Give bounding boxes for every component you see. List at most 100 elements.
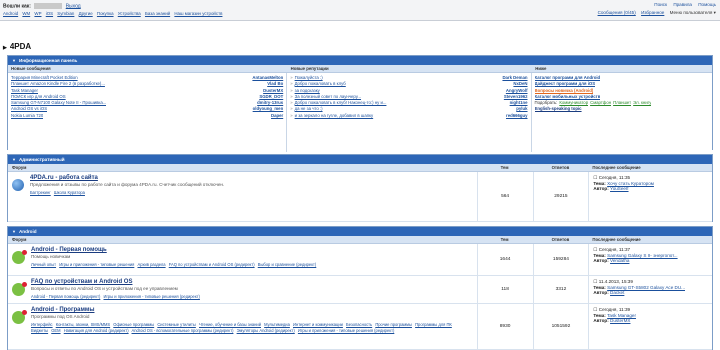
rules-link[interactable]: Правила (673, 2, 692, 7)
collapse-icon[interactable]: ▼ (12, 58, 16, 63)
forum-title[interactable]: FAQ по устройствам и Android OS (31, 279, 202, 285)
subforum-link[interactable]: Безопасность (346, 322, 372, 327)
subforums: Интерфейс Контакты, звонки, SMS/MMS Офис… (31, 322, 473, 334)
subforum-link[interactable]: Системные утилиты (157, 322, 196, 327)
bullet-icon: » (290, 81, 293, 87)
subforum-link[interactable]: Программы для ПК (415, 322, 452, 327)
subforum-link[interactable]: Личный опыт (31, 262, 56, 267)
search-link[interactable]: Поиск (654, 2, 667, 7)
subforum-link[interactable]: Игры и приложения - типовые решения (59, 262, 134, 267)
subforum-link[interactable]: Багтрекинг (30, 190, 51, 195)
forum-title[interactable]: Android - Первая помощь (31, 247, 318, 253)
subforum-link[interactable]: Выбор и сравнение (редирект) (258, 262, 317, 267)
nav-knowledge[interactable]: База знаний (145, 11, 170, 16)
last-post-author[interactable]: YouSeeIf (610, 186, 628, 191)
bullet-icon: » (290, 112, 293, 118)
android-column-headers: Форум Тем Ответов Последнее сообщение (8, 236, 712, 244)
subforum-link[interactable]: Интернет и коммуникации (293, 322, 343, 327)
collapse-icon[interactable]: ▼ (12, 229, 16, 234)
topics-count: 564 (476, 172, 533, 221)
subforum-link[interactable]: Контакты, звонки, SMS/MMS (56, 322, 110, 327)
replies-count: 3312 (532, 276, 589, 303)
collapse-icon[interactable]: ▼ (12, 157, 16, 162)
replies-count: 29215 (532, 172, 589, 221)
subforums: Android - Первая помощь (редирект) Игры … (31, 294, 202, 300)
pick-tablet[interactable]: Планшет (613, 100, 631, 106)
subforum-link[interactable]: Чтение, обучение и базы знаний (199, 322, 261, 327)
main-nav: Android WM WP iOS Symbian Другие Покупка… (3, 11, 225, 16)
last-post: ☐ Сегодня, 11:35 Тема: Хочу стать Курато… (588, 172, 712, 221)
last-post: ☐ Сегодня, 11:39 Тема: Task Manager Авто… (588, 304, 712, 349)
nav-ios[interactable]: iOS (46, 11, 53, 16)
subforum-link[interactable]: Офисные программы (113, 322, 154, 327)
last-post-topic[interactable]: Task Manager (607, 313, 636, 318)
forum-description: Предложения и отзывы по работе сайта и ф… (30, 182, 225, 187)
list-item[interactable]: » и за зеркало на гугле, добавил в шапку r… (290, 113, 527, 119)
site-logo[interactable]: ▶ 4PDA (3, 42, 31, 51)
subforum-link[interactable]: Интерфейс (31, 322, 53, 327)
forum-title[interactable]: 4PDA.ru - работа сайта (30, 175, 224, 181)
info-panel-header[interactable]: ▼ Информационная панель (8, 56, 712, 65)
replies-count: 159284 (532, 244, 589, 275)
col-forum: Форум (12, 237, 27, 242)
subforum-link[interactable]: Эмуляторы Android (редирект) (237, 328, 295, 333)
android-icon (12, 310, 27, 324)
subforum-link[interactable]: Android - Первая помощь (редирект) (31, 294, 100, 299)
subforum-link[interactable]: Виджеты (31, 328, 48, 333)
subforum-link[interactable]: Android OS - вспомогательные программы (… (132, 328, 234, 333)
help-link[interactable]: Помощь (698, 2, 716, 7)
user-menu[interactable]: Меню пользователя ▾ (670, 10, 716, 15)
nav-wm[interactable]: WM (22, 11, 30, 16)
subforum-link[interactable]: Навигация для Android (редирект) (64, 328, 129, 333)
bullet-icon: » (290, 106, 293, 112)
last-post-author[interactable]: DusterMX (610, 318, 630, 323)
last-post-topic[interactable]: Samsung Galaxy S II- энергопот... (607, 253, 677, 258)
nav-devices[interactable]: Устройства (118, 11, 141, 16)
forum-description: Помощь новичкам (31, 254, 71, 259)
android-icon (12, 250, 27, 264)
col-replies: Ответов (551, 165, 570, 170)
subforums: Личный опыт Игры и приложения - типовые … (31, 262, 318, 268)
forum-title[interactable]: Android - Программы (31, 307, 473, 313)
subforum-link[interactable]: Архив раздела (137, 262, 165, 267)
android-panel-header[interactable]: ▼ Android (8, 227, 712, 236)
subforum-link[interactable]: FAQ по устройствам и Android OS (редирек… (169, 262, 255, 267)
last-post-author[interactable]: Vendatha (610, 258, 629, 263)
user-area: Вошли как: Выход (3, 3, 81, 9)
nav-symbian[interactable]: Symbian (57, 11, 74, 16)
nav-buy[interactable]: Покупка (97, 11, 114, 16)
top-bar: Вошли как: Выход Android WM WP iOS Symbi… (0, 0, 720, 21)
nav-android[interactable]: Android (3, 11, 18, 16)
subforum-link[interactable]: Прочие программы (375, 322, 412, 327)
nav-wp[interactable]: WP (34, 11, 41, 16)
messages-link[interactable]: Сообщения (0/45) (598, 10, 636, 15)
topics-count: 8930 (476, 304, 533, 349)
nav-other[interactable]: Другие (79, 11, 93, 16)
last-post-author[interactable]: Dacket (610, 290, 624, 295)
info-column-headers: Новые сообщения Новые репутации Ниже (8, 65, 712, 73)
nav-shop[interactable]: Наш магазин устройств (174, 11, 222, 16)
favorites-link[interactable]: Избранное (641, 10, 664, 15)
subforum-link[interactable]: Игры и приложения - типовые решения (ред… (104, 294, 200, 299)
logout-link[interactable]: Выход (66, 3, 81, 9)
col-topics: Тем (500, 237, 509, 242)
subforum-link[interactable]: Школа Куратора (54, 190, 85, 195)
list-item[interactable]: English-speaking topic (535, 106, 709, 112)
new-messages-list: Террария Minecraft Pocket Edition Antanas… (8, 73, 288, 152)
last-post: ☐ Сегодня, 11:37 Тема: Samsung Galaxy S … (588, 244, 712, 275)
logo-text: 4PDA (9, 42, 32, 51)
list-item[interactable]: Nokia Lumia 720 Daper (11, 113, 283, 119)
last-post-topic[interactable]: Samsung GT-S5802 Galaxy Ace DU... (607, 285, 685, 290)
subforum-link[interactable]: Мультимедиа (264, 322, 290, 327)
subforum-link[interactable]: GEM (51, 328, 60, 333)
forum-cell: FAQ по устройствам и Android OS Вопросы … (8, 276, 477, 303)
info-panel: ▼ Информационная панель Новые сообщения … (7, 55, 713, 152)
subforum-link[interactable]: Игры и приложения - типовые решения (ред… (298, 328, 394, 333)
last-post-topic[interactable]: Хочу стать Куратором (607, 181, 654, 186)
forum-status-icon (12, 179, 24, 191)
admin-panel-header[interactable]: ▼ Административный (8, 155, 712, 164)
pick-ebook[interactable]: Эл. книгу (633, 100, 651, 106)
username-redacted (34, 3, 63, 9)
android-panel: ▼ Android Форум Тем Ответов Последнее со… (7, 226, 713, 350)
pick-smartphone[interactable]: Смартфон (590, 100, 611, 106)
